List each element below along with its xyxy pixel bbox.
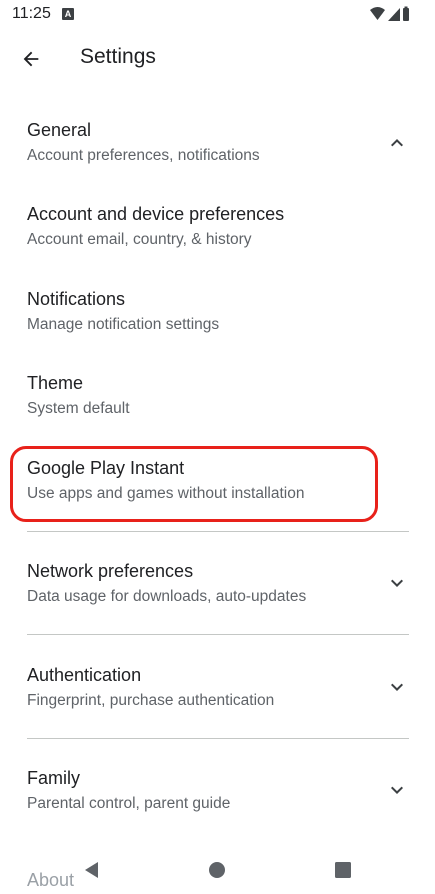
item-title: Theme	[27, 373, 84, 393]
chevron-up-icon[interactable]	[385, 131, 409, 155]
circle-home-icon	[209, 862, 225, 878]
divider	[27, 738, 409, 739]
chevron-down-icon[interactable]	[385, 571, 409, 595]
divider	[27, 634, 409, 635]
item-title: Account and device preferences	[27, 204, 285, 224]
item-subtitle: Parental control, parent guide	[27, 795, 231, 812]
system-navigation-bar	[0, 846, 435, 894]
settings-item-authentication[interactable]: Authentication Fingerprint, purchase aut…	[0, 657, 435, 725]
notification-a-icon: A	[62, 8, 74, 20]
item-subtitle: Account email, country, & history	[27, 231, 252, 248]
square-recents-icon	[335, 862, 351, 878]
nav-back-button[interactable]	[80, 858, 104, 882]
settings-item-notifications[interactable]: Notifications Manage notification settin…	[0, 281, 435, 349]
chevron-down-icon[interactable]	[385, 675, 409, 699]
page-title: Settings	[80, 45, 156, 68]
settings-item-account-device-preferences[interactable]: Account and device preferences Account e…	[0, 196, 435, 264]
item-subtitle: Account preferences, notifications	[27, 147, 260, 164]
triangle-back-icon	[85, 862, 98, 878]
chevron-down-icon[interactable]	[385, 778, 409, 802]
nav-recents-button[interactable]	[331, 858, 355, 882]
back-button[interactable]	[16, 44, 46, 74]
item-title: Network preferences	[27, 561, 194, 581]
arrow-back-icon	[23, 51, 39, 67]
nav-home-button[interactable]	[205, 858, 229, 882]
item-subtitle: Fingerprint, purchase authentication	[27, 692, 275, 709]
status-time: 11:25	[12, 5, 51, 22]
item-title: Authentication	[27, 665, 142, 685]
settings-item-theme[interactable]: Theme System default	[0, 365, 435, 433]
settings-item-general[interactable]: General Account preferences, notificatio…	[0, 112, 435, 180]
app-bar: Settings	[0, 32, 435, 84]
item-subtitle: System default	[27, 400, 130, 417]
settings-item-family[interactable]: Family Parental control, parent guide	[0, 760, 435, 828]
item-subtitle: Data usage for downloads, auto-updates	[27, 588, 307, 605]
item-subtitle: Manage notification settings	[27, 316, 220, 333]
status-bar: 11:25 A	[0, 0, 435, 30]
item-title: General	[27, 120, 92, 140]
divider	[27, 531, 409, 532]
wifi-signal-battery-icons	[370, 6, 409, 21]
highlight-box	[10, 446, 378, 522]
item-title: Notifications	[27, 289, 126, 309]
settings-item-network-preferences[interactable]: Network preferences Data usage for downl…	[0, 553, 435, 621]
item-title: Family	[27, 768, 80, 788]
